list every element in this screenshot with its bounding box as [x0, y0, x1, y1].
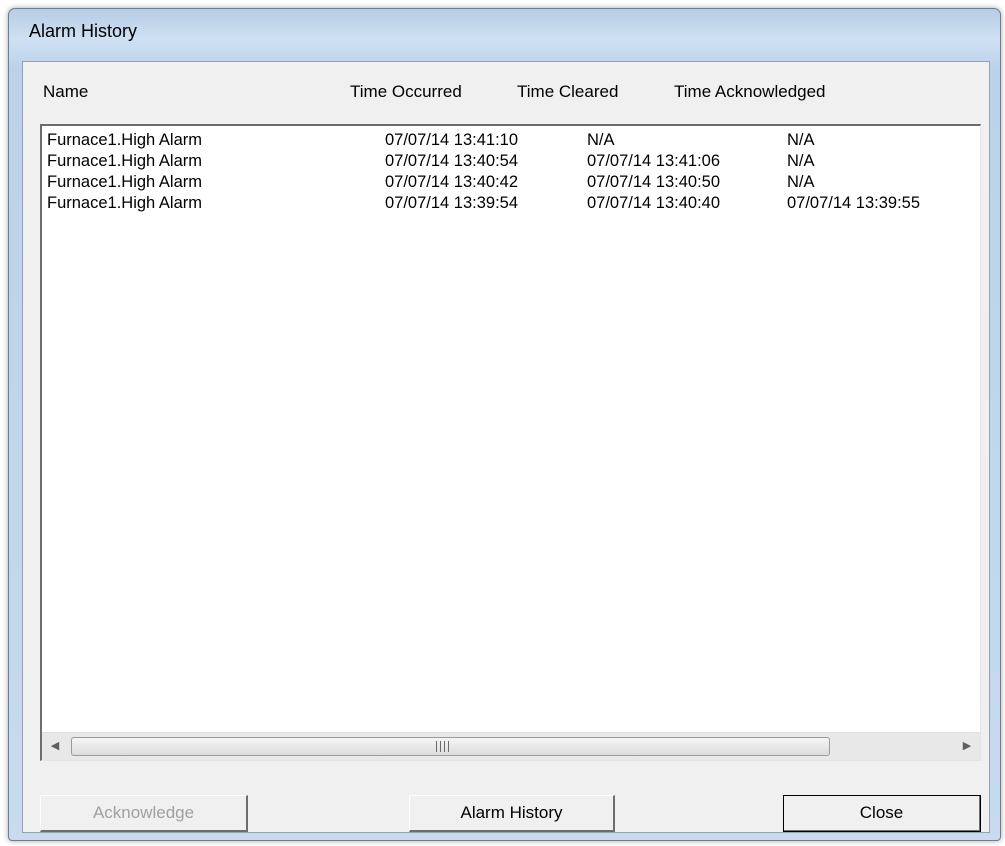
row-time-acknowledged: N/A — [787, 152, 815, 170]
row-time-cleared: 07/07/14 13:40:40 — [587, 194, 721, 212]
acknowledge-button[interactable]: Acknowledge — [40, 795, 248, 832]
row-time-acknowledged: N/A — [787, 131, 815, 149]
row-time-cleared: N/A — [587, 131, 615, 149]
window-title: Alarm History — [29, 21, 138, 41]
column-header-name: Name — [43, 82, 89, 101]
row-time-occurred: 07/07/14 13:40:54 — [385, 152, 519, 170]
close-button[interactable]: Close — [783, 795, 981, 832]
alarm-history-button[interactable]: Alarm History — [409, 795, 615, 832]
row-time-occurred: 07/07/14 13:40:42 — [385, 173, 519, 191]
list-item[interactable]: Furnace1.High Alarm 07/07/14 13:39:54 07… — [42, 193, 980, 214]
list-item[interactable]: Furnace1.High Alarm 07/07/14 13:41:10 N/… — [42, 130, 980, 151]
row-time-occurred: 07/07/14 13:39:54 — [385, 194, 519, 212]
row-time-cleared: 07/07/14 13:40:50 — [587, 173, 721, 191]
alarm-list[interactable]: Furnace1.High Alarm 07/07/14 13:41:10 N/… — [40, 124, 981, 761]
row-time-occurred: 07/07/14 13:41:10 — [385, 131, 519, 149]
row-time-acknowledged: N/A — [787, 173, 815, 191]
list-item[interactable]: Furnace1.High Alarm 07/07/14 13:40:42 07… — [42, 172, 980, 193]
row-name: Furnace1.High Alarm — [47, 131, 202, 149]
row-time-cleared: 07/07/14 13:41:06 — [587, 152, 721, 170]
dialog-body: Name Time Occurred Time Cleared Time Ack… — [22, 61, 990, 833]
column-header-time-occurred: Time Occurred — [350, 82, 462, 101]
scrollbar-thumb[interactable] — [71, 737, 830, 756]
grip-icon — [436, 741, 450, 752]
row-name: Furnace1.High Alarm — [47, 173, 202, 191]
row-name: Furnace1.High Alarm — [47, 194, 202, 212]
list-item[interactable]: Furnace1.High Alarm 07/07/14 13:40:54 07… — [42, 151, 980, 172]
row-time-acknowledged: 07/07/14 13:39:55 — [787, 194, 921, 212]
row-name: Furnace1.High Alarm — [47, 152, 202, 170]
scroll-left-arrow-icon[interactable]: ◀ — [42, 733, 68, 760]
column-header-time-cleared: Time Cleared — [517, 82, 619, 101]
alarm-history-window: Alarm History Name Time Occurred Time Cl… — [8, 8, 1001, 841]
horizontal-scrollbar[interactable]: ◀ ▶ — [42, 732, 980, 760]
scroll-right-arrow-icon[interactable]: ▶ — [954, 733, 980, 760]
column-header-time-acknowledged: Time Acknowledged — [674, 82, 826, 101]
